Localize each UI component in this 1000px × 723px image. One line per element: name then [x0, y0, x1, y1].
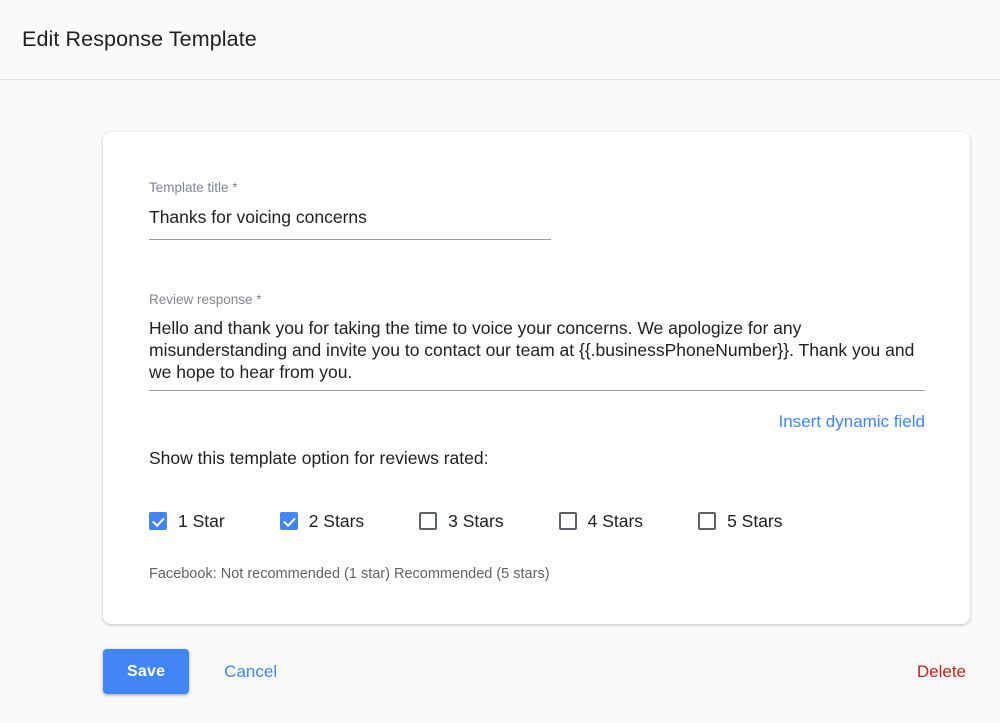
rating-option-2-stars[interactable]: 2 Stars	[279, 511, 365, 531]
rating-option-5-stars[interactable]: 5 Stars	[698, 511, 783, 531]
template-title-input[interactable]: Thanks for voicing concerns	[149, 205, 551, 239]
template-title-underline	[149, 239, 551, 240]
form-actions: Save Cancel Delete	[103, 649, 970, 694]
checkbox-checked-icon[interactable]	[279, 512, 298, 530]
rating-option-label: 3 Stars	[448, 511, 504, 531]
checkbox-checked-icon[interactable]	[149, 512, 167, 530]
delete-button[interactable]: Delete	[913, 656, 970, 688]
rating-option-1-star[interactable]: 1 Star	[149, 511, 225, 531]
facebook-rating-footnote: Facebook: Not recommended (1 star) Recom…	[149, 566, 550, 582]
checkbox-unchecked-icon[interactable]	[558, 512, 577, 530]
cancel-button[interactable]: Cancel	[220, 656, 281, 688]
rating-option-label: 5 Stars	[727, 511, 783, 531]
insert-dynamic-field-link[interactable]: Insert dynamic field	[779, 411, 925, 433]
rating-option-label: 1 Star	[178, 511, 225, 531]
template-title-field[interactable]: Template title * Thanks for voicing conc…	[149, 180, 551, 240]
content-area: Template title * Thanks for voicing conc…	[0, 80, 1000, 694]
review-response-label: Review response *	[149, 292, 262, 307]
rating-option-label: 2 Stars	[308, 511, 365, 531]
review-response-underline	[149, 390, 925, 391]
insert-dynamic-field-row: Insert dynamic field	[149, 411, 925, 433]
save-button[interactable]: Save	[103, 649, 190, 694]
checkbox-unchecked-icon[interactable]	[419, 512, 438, 530]
rating-option-3-stars[interactable]: 3 Stars	[419, 511, 504, 531]
page-title: Edit Response Template	[22, 27, 257, 51]
rating-checkbox-group: 1 Star 2 Stars 3 Stars 4 Stars 5 Stars	[149, 511, 925, 531]
rating-option-label: 4 Stars	[587, 511, 644, 531]
rating-option-4-stars[interactable]: 4 Stars	[558, 511, 644, 531]
template-title-label: Template title *	[149, 180, 238, 195]
page-header: Edit Response Template	[0, 0, 1000, 80]
template-editor-card: Template title * Thanks for voicing conc…	[103, 132, 970, 624]
rating-prompt: Show this template option for reviews ra…	[149, 448, 489, 468]
checkbox-unchecked-icon[interactable]	[698, 512, 717, 530]
review-response-input[interactable]: Hello and thank you for taking the time …	[149, 317, 925, 390]
review-response-field[interactable]: Review response * Hello and thank you fo…	[149, 292, 925, 391]
